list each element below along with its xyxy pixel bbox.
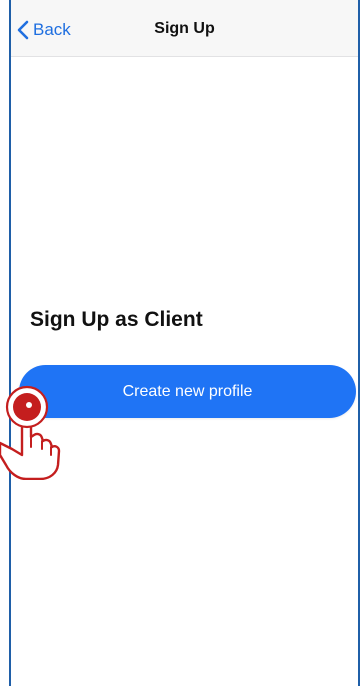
create-new-profile-button[interactable]: Create new profile bbox=[19, 365, 356, 418]
back-button[interactable]: Back bbox=[17, 18, 71, 42]
sign-up-heading: Sign Up as Client bbox=[30, 308, 203, 331]
create-new-profile-label: Create new profile bbox=[122, 382, 253, 400]
sign-up-screen: Back Sign Up Sign Up as Client Create ne… bbox=[0, 0, 360, 686]
chevron-left-icon bbox=[17, 20, 29, 40]
back-label: Back bbox=[33, 20, 71, 39]
navigation-bar: Back Sign Up bbox=[11, 0, 358, 57]
frame-border-left bbox=[9, 0, 11, 686]
